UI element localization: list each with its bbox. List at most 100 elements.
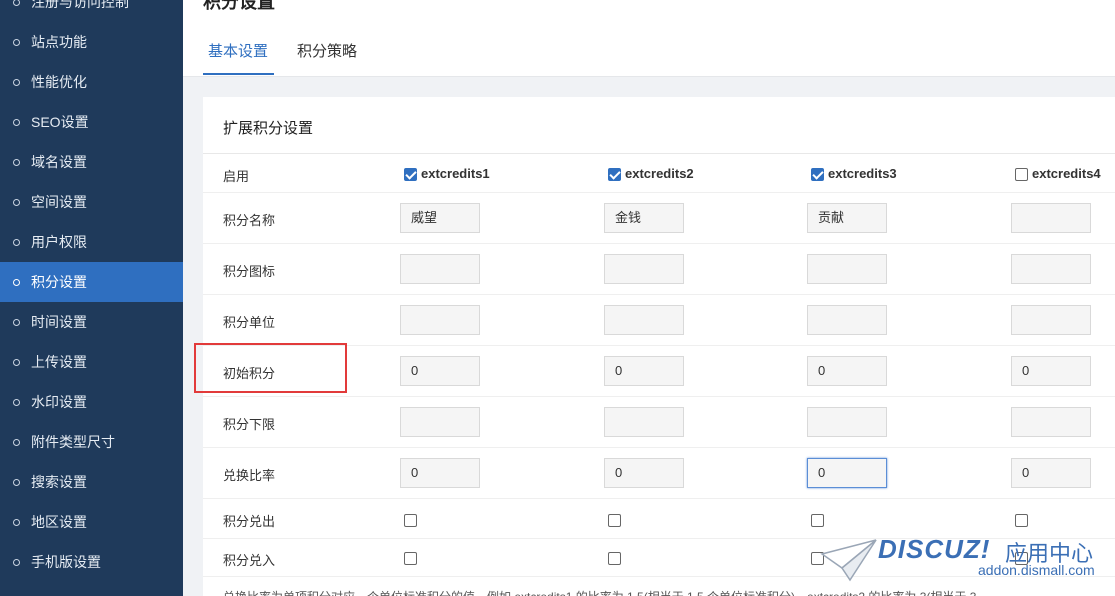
credit-unit-input-4[interactable] (1011, 305, 1091, 335)
credit-out-checkbox-4[interactable] (1015, 514, 1028, 527)
exchange-ratio-input-2[interactable]: 0 (604, 458, 684, 488)
lower-limit-input-2[interactable] (604, 407, 684, 437)
bullet-icon (13, 438, 20, 446)
row-label: 积分兑入 (223, 553, 276, 568)
sidebar-item-attachment[interactable]: 附件类型尺寸 (0, 422, 183, 462)
lower-limit-input-3[interactable] (807, 407, 887, 437)
watermark: DISCUZ! 应用中心 addon.dismall.com (820, 534, 1115, 596)
sidebar-item-label: 注册与访问控制 (31, 0, 129, 10)
sidebar: 注册与访问控制 站点功能 性能优化 SEO设置 域名设置 空间设置 用户权限 积… (0, 0, 183, 596)
credit-unit-input-1[interactable] (400, 305, 480, 335)
lower-limit-input-4[interactable] (1011, 407, 1091, 437)
credit-out-checkbox-1[interactable] (404, 514, 417, 527)
bullet-icon (13, 518, 20, 526)
row-label: 积分图标 (223, 264, 276, 279)
bullet-icon (13, 238, 20, 246)
enable-checkbox-4[interactable] (1015, 168, 1028, 181)
sidebar-item-watermark[interactable]: 水印设置 (0, 382, 183, 422)
lower-limit-input-1[interactable] (400, 407, 480, 437)
initial-credits-input-1[interactable]: 0 (400, 356, 480, 386)
credit-icon-input-1[interactable] (400, 254, 480, 284)
enable-row: 启用 extcredits1 extcredits2 extcredits3 e… (203, 154, 1115, 193)
bullet-icon (13, 0, 20, 6)
sidebar-item-permissions[interactable]: 用户权限 (0, 222, 183, 262)
exchange-ratio-input-3[interactable]: 0 (807, 458, 887, 488)
sidebar-item-seo[interactable]: SEO设置 (0, 102, 183, 142)
row-label: 积分单位 (223, 315, 276, 330)
sidebar-item-upload[interactable]: 上传设置 (0, 342, 183, 382)
bullet-icon (13, 278, 20, 286)
credit-lower-limit-row: 积分下限 (203, 397, 1115, 448)
sidebar-item-space[interactable]: 空间设置 (0, 182, 183, 222)
sidebar-item-region[interactable]: 地区设置 (0, 502, 183, 542)
sidebar-item-label: 搜索设置 (31, 474, 87, 490)
sidebar-item-registration[interactable]: 注册与访问控制 (0, 0, 183, 22)
card-title: 扩展积分设置 (223, 120, 314, 137)
credit-name-input-4[interactable] (1011, 203, 1091, 233)
row-label: 积分兑出 (223, 514, 276, 529)
credit-name-input-1[interactable]: 威望 (400, 203, 480, 233)
bullet-icon (13, 118, 20, 126)
sidebar-item-label: 水印设置 (31, 394, 87, 410)
row-label: 兑换比率 (223, 468, 276, 483)
highlight-box (194, 343, 347, 393)
bullet-icon (13, 78, 20, 86)
enable-checkbox-3[interactable] (811, 168, 824, 181)
credit-in-checkbox-2[interactable] (608, 552, 621, 565)
sidebar-item-label: 地区设置 (31, 514, 87, 530)
credit-name-input-3[interactable]: 贡献 (807, 203, 887, 233)
credit-unit-input-2[interactable] (604, 305, 684, 335)
bullet-icon (13, 38, 20, 46)
exchange-ratio-row: 兑换比率 0 0 0 0 (203, 448, 1115, 499)
sidebar-item-label: 上传设置 (31, 354, 87, 370)
sidebar-item-credits[interactable]: 积分设置 (0, 262, 183, 302)
credit-name-row: 积分名称 威望 金钱 贡献 (203, 193, 1115, 244)
active-tab-indicator (203, 73, 274, 75)
credit-out-row: 积分兑出 (203, 499, 1115, 539)
page-title: 积分设置 (203, 0, 275, 12)
watermark-url: addon.dismall.com (978, 562, 1095, 578)
credit-unit-row: 积分单位 (203, 295, 1115, 346)
row-label: 启用 (223, 169, 250, 184)
credit-unit-input-3[interactable] (807, 305, 887, 335)
credit-icon-input-4[interactable] (1011, 254, 1091, 284)
sidebar-item-performance[interactable]: 性能优化 (0, 62, 183, 102)
credit-icon-input-2[interactable] (604, 254, 684, 284)
sidebar-item-label: 域名设置 (31, 154, 87, 170)
tab-basic-settings[interactable]: 基本设置 (208, 40, 268, 61)
credit-in-checkbox-1[interactable] (404, 552, 417, 565)
exchange-ratio-input-1[interactable]: 0 (400, 458, 480, 488)
sidebar-item-domain[interactable]: 域名设置 (0, 142, 183, 182)
enable-checkbox-2[interactable] (608, 168, 621, 181)
bullet-icon (13, 158, 20, 166)
sidebar-item-label: 手机版设置 (31, 554, 101, 570)
sidebar-item-mobile[interactable]: 手机版设置 (0, 542, 183, 582)
sidebar-item-label: 时间设置 (31, 314, 87, 330)
sidebar-item-label: 附件类型尺寸 (31, 434, 115, 450)
column-header-4: extcredits4 (1032, 166, 1101, 181)
credit-name-input-2[interactable]: 金钱 (604, 203, 684, 233)
bullet-icon (13, 478, 20, 486)
initial-credits-input-2[interactable]: 0 (604, 356, 684, 386)
enable-checkbox-1[interactable] (404, 168, 417, 181)
credit-out-checkbox-2[interactable] (608, 514, 621, 527)
sidebar-item-search[interactable]: 搜索设置 (0, 462, 183, 502)
tab-credit-strategy[interactable]: 积分策略 (297, 40, 357, 61)
sidebar-item-label: 积分设置 (31, 274, 87, 290)
sidebar-item-site-features[interactable]: 站点功能 (0, 22, 183, 62)
initial-credits-input-4[interactable]: 0 (1011, 356, 1091, 386)
column-header-1: extcredits1 (421, 166, 490, 181)
credit-icon-input-3[interactable] (807, 254, 887, 284)
column-header-2: extcredits2 (625, 166, 694, 181)
exchange-ratio-input-4[interactable]: 0 (1011, 458, 1091, 488)
bullet-icon (13, 318, 20, 326)
sidebar-item-time[interactable]: 时间设置 (0, 302, 183, 342)
bullet-icon (13, 558, 20, 566)
column-header-3: extcredits3 (828, 166, 897, 181)
credit-out-checkbox-3[interactable] (811, 514, 824, 527)
initial-credits-input-3[interactable]: 0 (807, 356, 887, 386)
bullet-icon (13, 398, 20, 406)
sidebar-item-label: 用户权限 (31, 234, 87, 250)
sidebar-item-label: SEO设置 (31, 114, 89, 130)
bullet-icon (13, 198, 20, 206)
